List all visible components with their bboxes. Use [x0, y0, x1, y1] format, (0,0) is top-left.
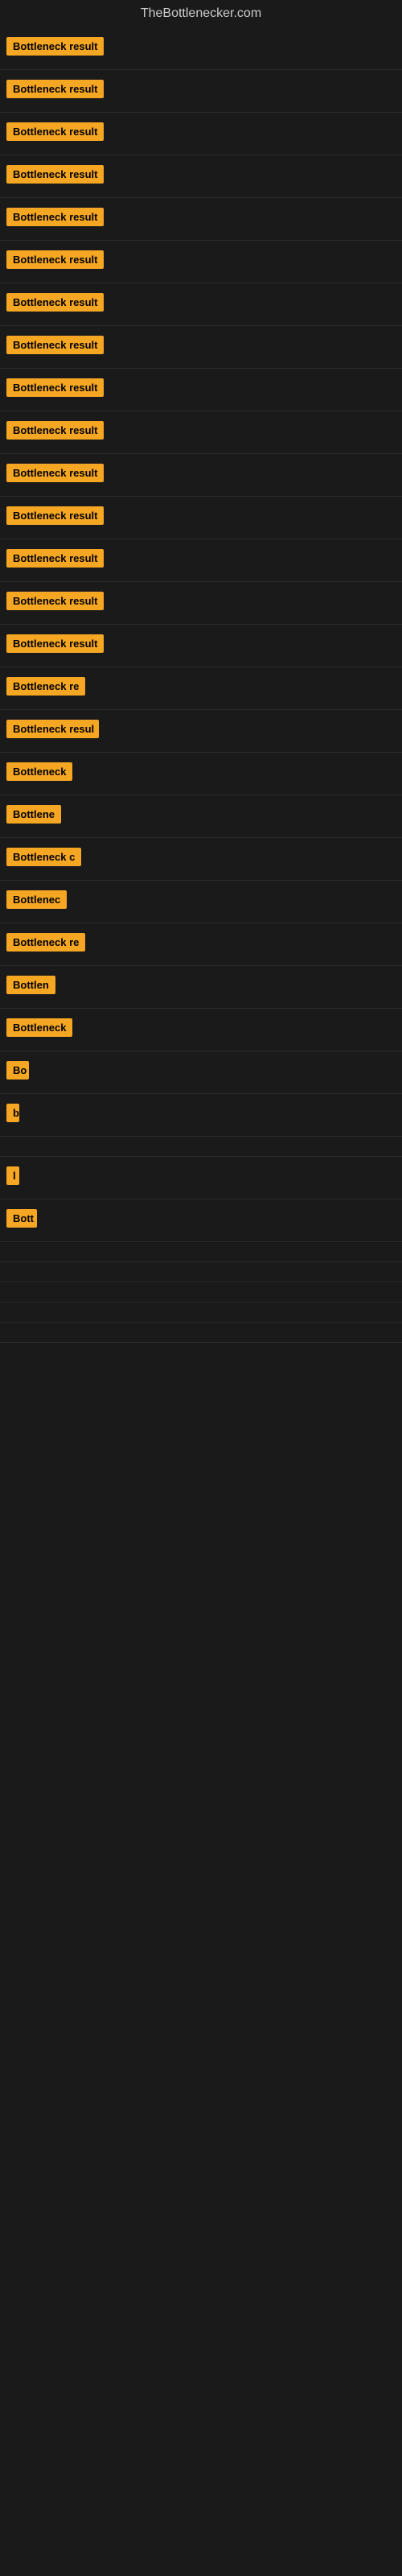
list-item: Bottleneck result	[0, 241, 402, 283]
list-item	[0, 1137, 402, 1157]
bottleneck-result-badge[interactable]: Bottleneck result	[6, 122, 104, 141]
list-item: Bottleneck result	[0, 70, 402, 113]
list-item: Bottleneck c	[0, 838, 402, 881]
bottleneck-result-badge[interactable]: l	[6, 1166, 19, 1185]
bottleneck-result-badge[interactable]: Bottleneck result	[6, 208, 104, 226]
list-item	[0, 1282, 402, 1302]
bottleneck-result-badge[interactable]: Bo	[6, 1061, 29, 1080]
bottleneck-result-badge[interactable]: Bottlene	[6, 805, 61, 824]
bottleneck-result-badge[interactable]: Bottleneck result	[6, 293, 104, 312]
list-item: Bottleneck result	[0, 326, 402, 369]
bottleneck-result-badge[interactable]: Bottlen	[6, 976, 55, 994]
bottleneck-result-badge[interactable]: Bottleneck result	[6, 421, 104, 440]
list-item: Bottleneck result	[0, 283, 402, 326]
list-item: Bottleneck result	[0, 27, 402, 70]
bottleneck-result-badge[interactable]: Bottleneck re	[6, 933, 85, 952]
list-item	[0, 1242, 402, 1262]
list-item: Bottleneck result	[0, 411, 402, 454]
bottleneck-result-badge[interactable]: Bottlenec	[6, 890, 67, 909]
bottleneck-result-badge[interactable]: b	[6, 1104, 19, 1122]
bottleneck-result-badge[interactable]: Bottleneck result	[6, 464, 104, 482]
bottleneck-result-badge[interactable]: Bottleneck re	[6, 677, 85, 696]
bottleneck-result-badge[interactable]: Bott	[6, 1209, 37, 1228]
bottleneck-result-badge[interactable]: Bottleneck result	[6, 37, 104, 56]
list-item: Bottleneck result	[0, 582, 402, 625]
list-item: Bottleneck result	[0, 198, 402, 241]
bottleneck-result-badge[interactable]: Bottleneck result	[6, 549, 104, 568]
list-item: l	[0, 1157, 402, 1199]
list-item: Bottlene	[0, 795, 402, 838]
list-item: Bottleneck result	[0, 625, 402, 667]
list-item: Bott	[0, 1199, 402, 1242]
list-item: Bottleneck result	[0, 113, 402, 155]
bottleneck-result-badge[interactable]: Bottleneck resul	[6, 720, 99, 738]
bottleneck-result-badge[interactable]: Bottleneck c	[6, 848, 81, 866]
bottleneck-result-badge[interactable]: Bottleneck result	[6, 165, 104, 184]
bottleneck-result-badge[interactable]: Bottleneck	[6, 1018, 72, 1037]
list-item: Bottleneck re	[0, 923, 402, 966]
bottleneck-result-badge[interactable]: Bottleneck result	[6, 506, 104, 525]
list-item: Bottleneck	[0, 753, 402, 795]
list-item	[0, 1302, 402, 1323]
list-item: Bottleneck resul	[0, 710, 402, 753]
list-item: b	[0, 1094, 402, 1137]
list-item: Bottleneck result	[0, 539, 402, 582]
list-item: Bo	[0, 1051, 402, 1094]
list-item: Bottleneck result	[0, 369, 402, 411]
bottleneck-result-badge[interactable]: Bottleneck result	[6, 80, 104, 98]
list-item	[0, 1262, 402, 1282]
site-title: TheBottlenecker.com	[0, 0, 402, 27]
bottleneck-result-badge[interactable]: Bottleneck result	[6, 378, 104, 397]
bottleneck-result-badge[interactable]: Bottleneck	[6, 762, 72, 781]
list-item: Bottlen	[0, 966, 402, 1009]
bottleneck-result-badge[interactable]: Bottleneck result	[6, 634, 104, 653]
list-item: Bottlenec	[0, 881, 402, 923]
list-item: Bottleneck	[0, 1009, 402, 1051]
bottleneck-result-badge[interactable]: Bottleneck result	[6, 250, 104, 269]
list-item: Bottleneck result	[0, 155, 402, 198]
bottleneck-result-badge[interactable]: Bottleneck result	[6, 336, 104, 354]
list-item: Bottleneck re	[0, 667, 402, 710]
list-item: Bottleneck result	[0, 454, 402, 497]
list-item: Bottleneck result	[0, 497, 402, 539]
list-item	[0, 1323, 402, 1343]
bottleneck-result-badge[interactable]: Bottleneck result	[6, 592, 104, 610]
